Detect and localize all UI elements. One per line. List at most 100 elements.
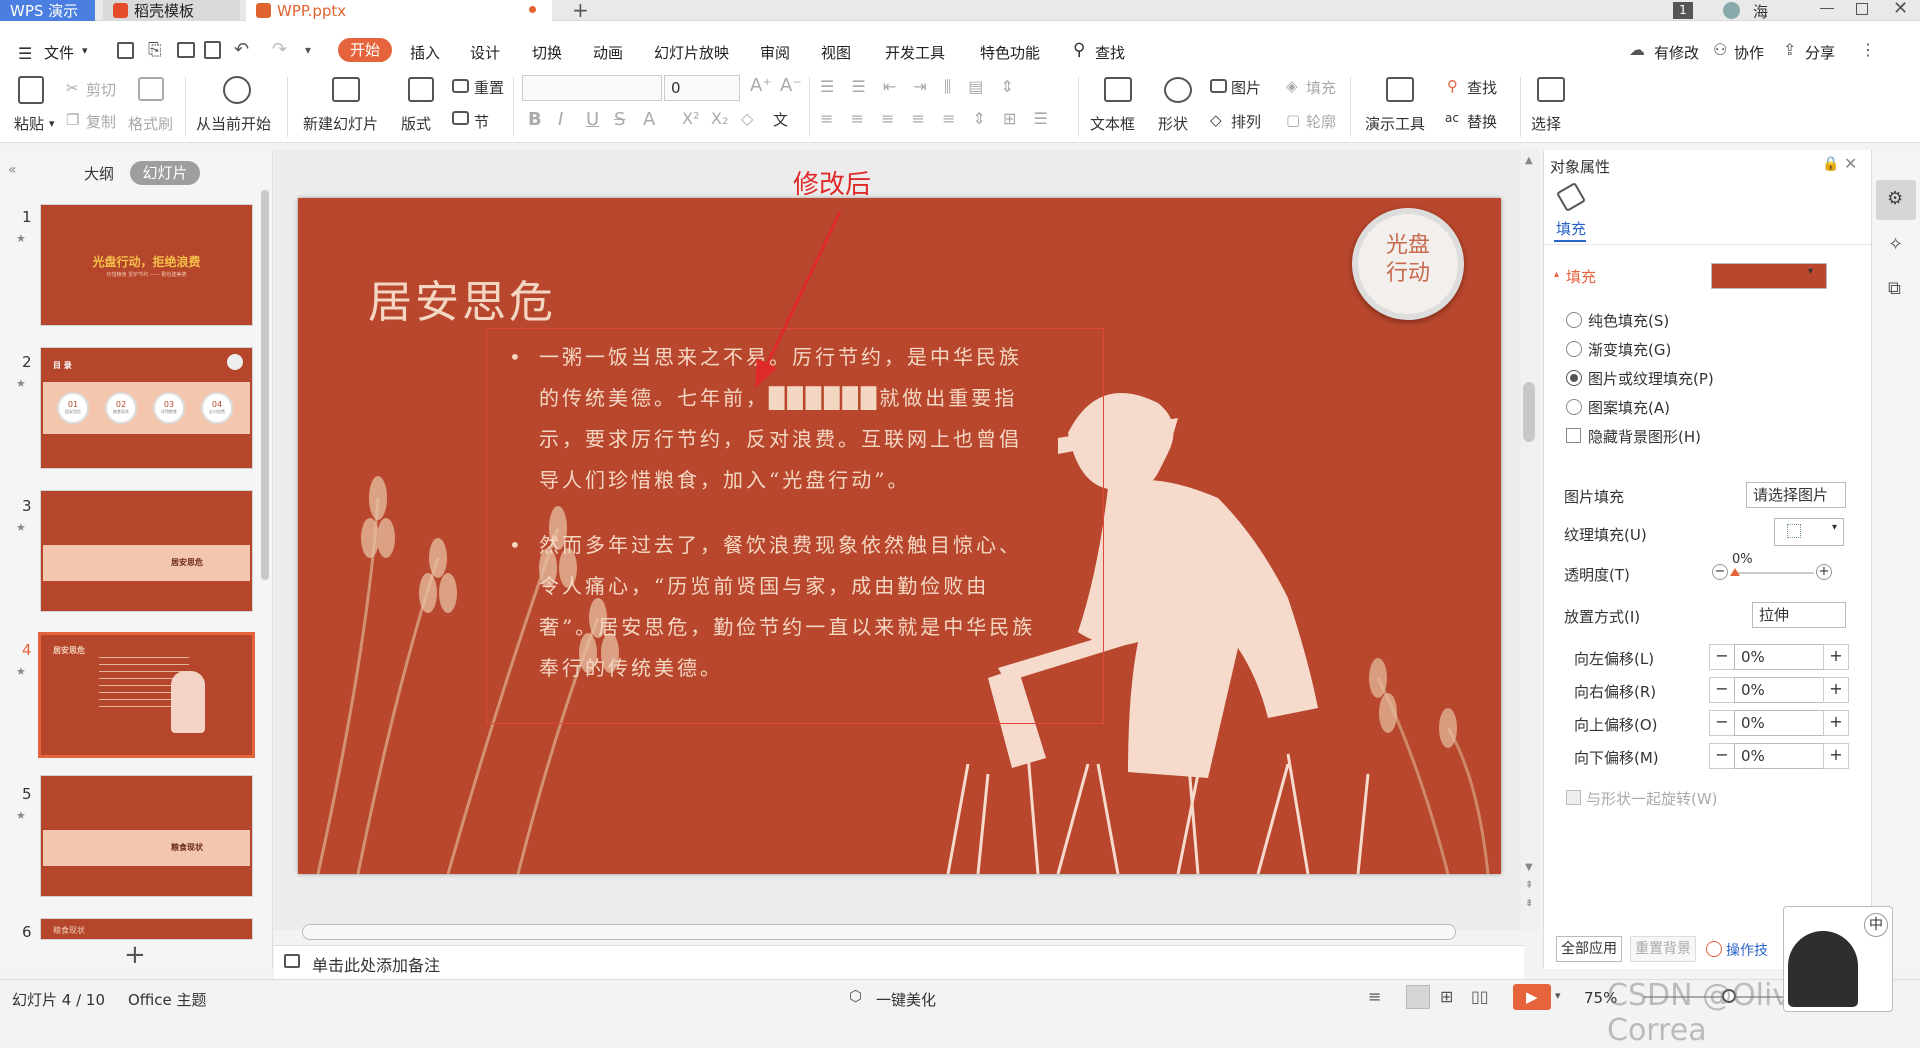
offset-left-decrease[interactable]: −	[1709, 644, 1735, 670]
close-panel-icon[interactable]: ✕	[1844, 154, 1857, 173]
hamburger-icon[interactable]: ☰	[18, 44, 32, 63]
clear-format-icon[interactable]: ◇	[741, 109, 753, 128]
tab-wps[interactable]: WPS 演示	[0, 0, 95, 21]
text-direction-button[interactable]: 文	[773, 109, 788, 130]
present-tools-button[interactable]: 演示工具	[1365, 113, 1425, 134]
chevron-down-icon[interactable]: ▾	[1808, 266, 1813, 277]
format-painter-button[interactable]: 格式刷	[128, 113, 173, 134]
add-slide-icon[interactable]: +	[124, 940, 146, 970]
offset-left-field[interactable]: 0%	[1734, 644, 1824, 670]
offset-left-increase[interactable]: +	[1823, 644, 1849, 670]
select-button[interactable]: 选择	[1531, 113, 1561, 134]
shrink-font-icon[interactable]: A⁻	[780, 75, 802, 96]
next-slide-icon[interactable]: ⇟	[1525, 898, 1533, 909]
layout-button[interactable]: 版式	[401, 113, 431, 134]
menu-slideshow[interactable]: 幻灯片放映	[654, 41, 729, 65]
placement-select[interactable]: 拉伸	[1752, 602, 1846, 628]
textbox-button[interactable]: 文本框	[1090, 113, 1135, 134]
quick-access-more-icon[interactable]: ▾	[305, 43, 311, 57]
animation-pane-icon[interactable]: ✧	[1888, 234, 1903, 255]
menu-special[interactable]: 特色功能	[980, 41, 1040, 65]
offset-up-decrease[interactable]: −	[1709, 710, 1735, 736]
vertical-scroll-thumb[interactable]	[1523, 382, 1535, 442]
tab-daoke[interactable]: 稻壳模板	[103, 0, 240, 21]
beautify-button[interactable]: 一键美化	[876, 989, 936, 1010]
tab-document[interactable]: WPP.pptx	[246, 0, 552, 21]
slide-title[interactable]: 居安思危	[368, 266, 556, 330]
outline-icon[interactable]: ▢	[1286, 111, 1300, 129]
offset-down-decrease[interactable]: −	[1709, 743, 1735, 769]
notes-placeholder[interactable]: 单击此处添加备注	[312, 952, 440, 976]
picture-icon[interactable]	[1210, 79, 1227, 93]
offset-down-field[interactable]: 0%	[1734, 743, 1824, 769]
undo-icon[interactable]: ↶	[234, 39, 249, 60]
fill-icon[interactable]: ◈	[1286, 77, 1298, 95]
menu-review[interactable]: 审阅	[760, 41, 790, 65]
chevron-down-icon[interactable]: ▾	[82, 44, 88, 57]
offset-right-field[interactable]: 0%	[1734, 677, 1824, 703]
offset-right-increase[interactable]: +	[1823, 677, 1849, 703]
transparency-increase[interactable]: +	[1816, 564, 1832, 580]
shape-button[interactable]: 形状	[1158, 113, 1188, 134]
new-slide-icon[interactable]	[332, 77, 360, 102]
restore-icon[interactable]	[1856, 3, 1868, 15]
menu-switch[interactable]: 切换	[532, 41, 562, 65]
scissors-icon[interactable]: ✂	[66, 79, 79, 97]
slide-thumbnail-3[interactable]: 居安思危	[40, 490, 253, 612]
apply-all-button[interactable]: 全部应用	[1556, 936, 1622, 962]
offset-up-field[interactable]: 0%	[1734, 710, 1824, 736]
minimize-icon[interactable]	[1820, 8, 1834, 9]
reset-icon[interactable]	[452, 79, 469, 93]
ime-mode[interactable]: 中	[1864, 913, 1888, 937]
layout-icon[interactable]	[408, 77, 434, 102]
search-icon[interactable]: ⚲	[1073, 40, 1085, 60]
scroll-down-icon[interactable]: ▼	[1525, 862, 1533, 873]
properties-icon[interactable]: ⚙	[1876, 180, 1916, 220]
modified-status[interactable]: 有修改	[1654, 41, 1699, 65]
checkbox-rotate[interactable]	[1566, 790, 1581, 805]
tips-link[interactable]: 操作技	[1726, 940, 1768, 960]
bullet-2[interactable]: • 然而多年过去了，餐饮浪费现象依然触目惊心、令人痛心，“历览前贤国与家，成由勤…	[509, 525, 1039, 689]
tab-fill[interactable]: 填充	[1556, 218, 1586, 239]
notes-bar[interactable]: 单击此处添加备注	[274, 945, 1524, 979]
fill-button[interactable]: 填充	[1306, 77, 1336, 98]
arrange-icon[interactable]: ◇	[1210, 111, 1222, 129]
new-tab-icon[interactable]: +	[572, 0, 589, 22]
format-painter-icon[interactable]	[138, 77, 164, 101]
opt-picture[interactable]: 图片或纹理填充(P)	[1588, 368, 1714, 389]
picture-button[interactable]: 图片	[1231, 77, 1261, 98]
from-current-button[interactable]: 从当前开始	[196, 113, 271, 134]
transparency-slider-thumb[interactable]	[1730, 568, 1740, 576]
slide-thumbnail-1[interactable]: 光盘行动，拒绝浪费 珍惜粮食 爱护节约 —— 勤俭建美德	[40, 204, 253, 326]
copy-button[interactable]: 复制	[86, 111, 116, 132]
copy-icon[interactable]: ❐	[66, 111, 79, 129]
shape-icon[interactable]	[1164, 77, 1192, 103]
collab-button[interactable]: 协作	[1734, 41, 1764, 65]
menu-animation[interactable]: 动画	[593, 41, 623, 65]
slide-thumbnail-2[interactable]: 目 录 01 居安思危 02 粮食现状 03 珍惜粮食 04 反对浪费	[40, 347, 253, 469]
superscript-icon[interactable]: X²	[682, 109, 699, 128]
section-icon[interactable]	[452, 111, 469, 125]
vertical-scrollbar[interactable]	[1521, 150, 1539, 930]
align-controls-icon[interactable]: ≡ ≡ ≡ ≡ ≡ ⇕ ⊞ ☰	[820, 109, 1054, 128]
textbox-icon[interactable]	[1104, 77, 1132, 102]
tab-outline[interactable]: 大纲	[84, 163, 114, 184]
menu-search[interactable]: 查找	[1095, 41, 1125, 65]
theme-name[interactable]: Office 主题	[128, 989, 207, 1010]
texture-fill-select[interactable]: ▾	[1774, 518, 1844, 546]
play-slideshow-button[interactable]: ▶	[1513, 984, 1551, 1010]
panel-header[interactable]: 对象属性	[1550, 156, 1610, 177]
radio-pattern[interactable]	[1566, 399, 1582, 415]
find-icon[interactable]: ⚲	[1447, 77, 1458, 95]
menu-start[interactable]: 开始	[338, 38, 393, 62]
checkbox-hide-bg[interactable]	[1566, 428, 1581, 443]
opt-solid[interactable]: 纯色填充(S)	[1588, 310, 1669, 331]
radio-gradient[interactable]	[1566, 341, 1582, 357]
more-icon[interactable]: ⋮	[1860, 40, 1876, 59]
list-controls-icon[interactable]: ☰ ☰ ⇤ ⇥ ⫼ ▤ ⇕	[820, 77, 1020, 97]
outline-button[interactable]: 轮廓	[1306, 111, 1336, 132]
close-icon[interactable]: ✕	[1893, 0, 1908, 19]
redo-icon[interactable]: ↷	[272, 39, 287, 60]
grow-font-icon[interactable]: A⁺	[750, 75, 772, 96]
cut-button[interactable]: 剪切	[86, 79, 116, 100]
